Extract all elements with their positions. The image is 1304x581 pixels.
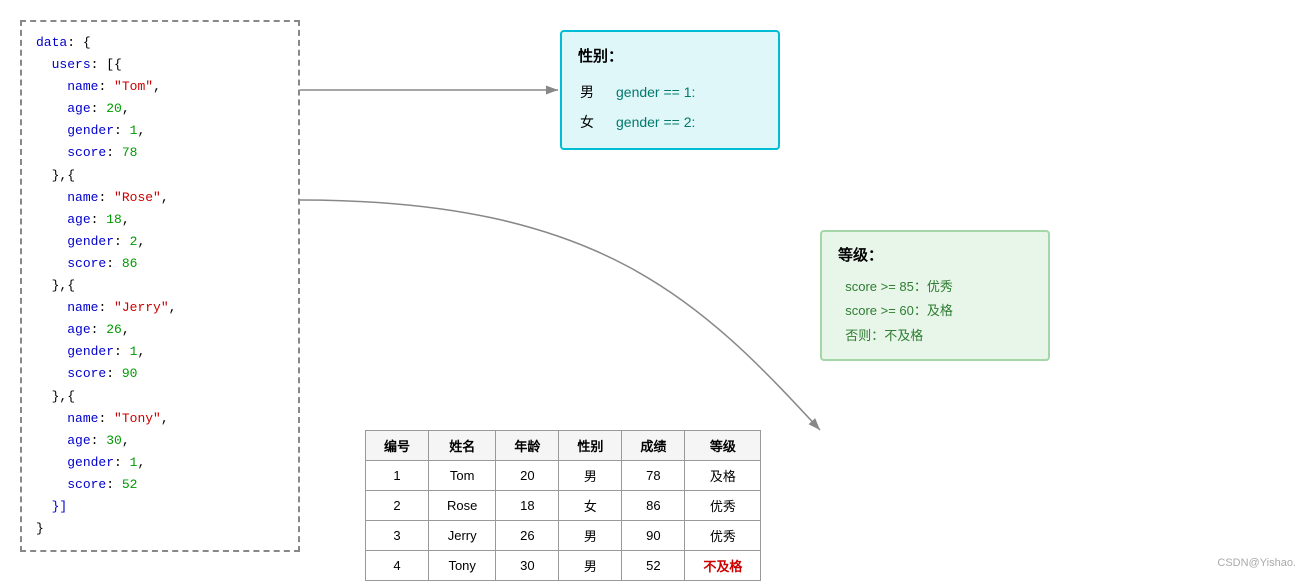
- code-line: score: 78: [36, 145, 137, 160]
- cell-age: 18: [496, 491, 559, 521]
- col-header-gender: 性别: [559, 431, 622, 461]
- data-table: 编号 姓名 年龄 性别 成绩 等级 1Tom20男78及格2Rose18女86优…: [365, 430, 761, 581]
- cell-age: 26: [496, 521, 559, 551]
- grade-tooltip: 等级： score >= 85：优秀 score >= 60：及格 否则：不及格: [820, 230, 1050, 361]
- table-row: 2Rose18女86优秀: [366, 491, 761, 521]
- cell-gender: 男: [559, 521, 622, 551]
- code-line: name: "Tony",: [36, 411, 169, 426]
- code-box: data: { users: [{ name: "Tom", age: 20, …: [20, 20, 300, 552]
- col-header-name: 姓名: [429, 431, 496, 461]
- gender-tooltip-title: 性别：: [578, 42, 762, 72]
- table-row: 3Jerry26男90优秀: [366, 521, 761, 551]
- cell-gender: 女: [559, 491, 622, 521]
- code-line: },{: [36, 389, 75, 404]
- table-row: 1Tom20男78及格: [366, 461, 761, 491]
- gender-female-label: 女: [580, 108, 614, 136]
- col-header-id: 编号: [366, 431, 429, 461]
- cell-score: 86: [622, 491, 685, 521]
- code-line: age: 18,: [36, 212, 130, 227]
- code-line: age: 30,: [36, 433, 130, 448]
- code-line: },{: [36, 278, 75, 293]
- grade-tooltip-title: 等级：: [838, 242, 1032, 271]
- code-line: }]: [36, 499, 67, 514]
- cell-id: 2: [366, 491, 429, 521]
- cell-name: Rose: [429, 491, 496, 521]
- cell-grade: 不及格: [685, 551, 761, 581]
- cell-name: Tony: [429, 551, 496, 581]
- code-line: age: 20,: [36, 101, 130, 116]
- cell-age: 30: [496, 551, 559, 581]
- code-line: gender: 1,: [36, 344, 145, 359]
- code-line: name: "Jerry",: [36, 300, 176, 315]
- cell-score: 90: [622, 521, 685, 551]
- col-header-grade: 等级: [685, 431, 761, 461]
- table-row: 4Tony30男52不及格: [366, 551, 761, 581]
- code-line: age: 26,: [36, 322, 130, 337]
- code-line: gender: 1,: [36, 455, 145, 470]
- grade-rule-1: score >= 85：优秀: [838, 275, 1032, 300]
- cell-grade: 及格: [685, 461, 761, 491]
- cell-age: 20: [496, 461, 559, 491]
- cell-score: 78: [622, 461, 685, 491]
- code-line: score: 86: [36, 256, 137, 271]
- cell-name: Tom: [429, 461, 496, 491]
- code-line: name: "Rose",: [36, 190, 169, 205]
- cell-id: 3: [366, 521, 429, 551]
- cell-name: Jerry: [429, 521, 496, 551]
- code-line: },{: [36, 168, 75, 183]
- code-line: users: [{: [36, 57, 122, 72]
- cell-grade: 优秀: [685, 491, 761, 521]
- code-line: score: 52: [36, 477, 137, 492]
- code-line: }: [36, 521, 44, 536]
- code-line: gender: 2,: [36, 234, 145, 249]
- gender-male-label: 男: [580, 78, 614, 106]
- cell-score: 52: [622, 551, 685, 581]
- col-header-score: 成绩: [622, 431, 685, 461]
- cell-id: 4: [366, 551, 429, 581]
- cell-grade: 优秀: [685, 521, 761, 551]
- grade-rule-3: 否则：不及格: [838, 324, 1032, 349]
- cell-gender: 男: [559, 551, 622, 581]
- grade-rule-2: score >= 60：及格: [838, 299, 1032, 324]
- cell-id: 1: [366, 461, 429, 491]
- code-line: score: 90: [36, 366, 137, 381]
- gender-male-condition: gender == 1:: [616, 78, 695, 106]
- col-header-age: 年龄: [496, 431, 559, 461]
- code-line: gender: 1,: [36, 123, 145, 138]
- gender-female-condition: gender == 2:: [616, 108, 695, 136]
- code-line: data: {: [36, 35, 91, 50]
- cell-gender: 男: [559, 461, 622, 491]
- watermark: CSDN@Yishao.: [1217, 557, 1296, 569]
- code-line: name: "Tom",: [36, 79, 161, 94]
- gender-tooltip: 性别： 男 gender == 1: 女 gender == 2:: [560, 30, 780, 150]
